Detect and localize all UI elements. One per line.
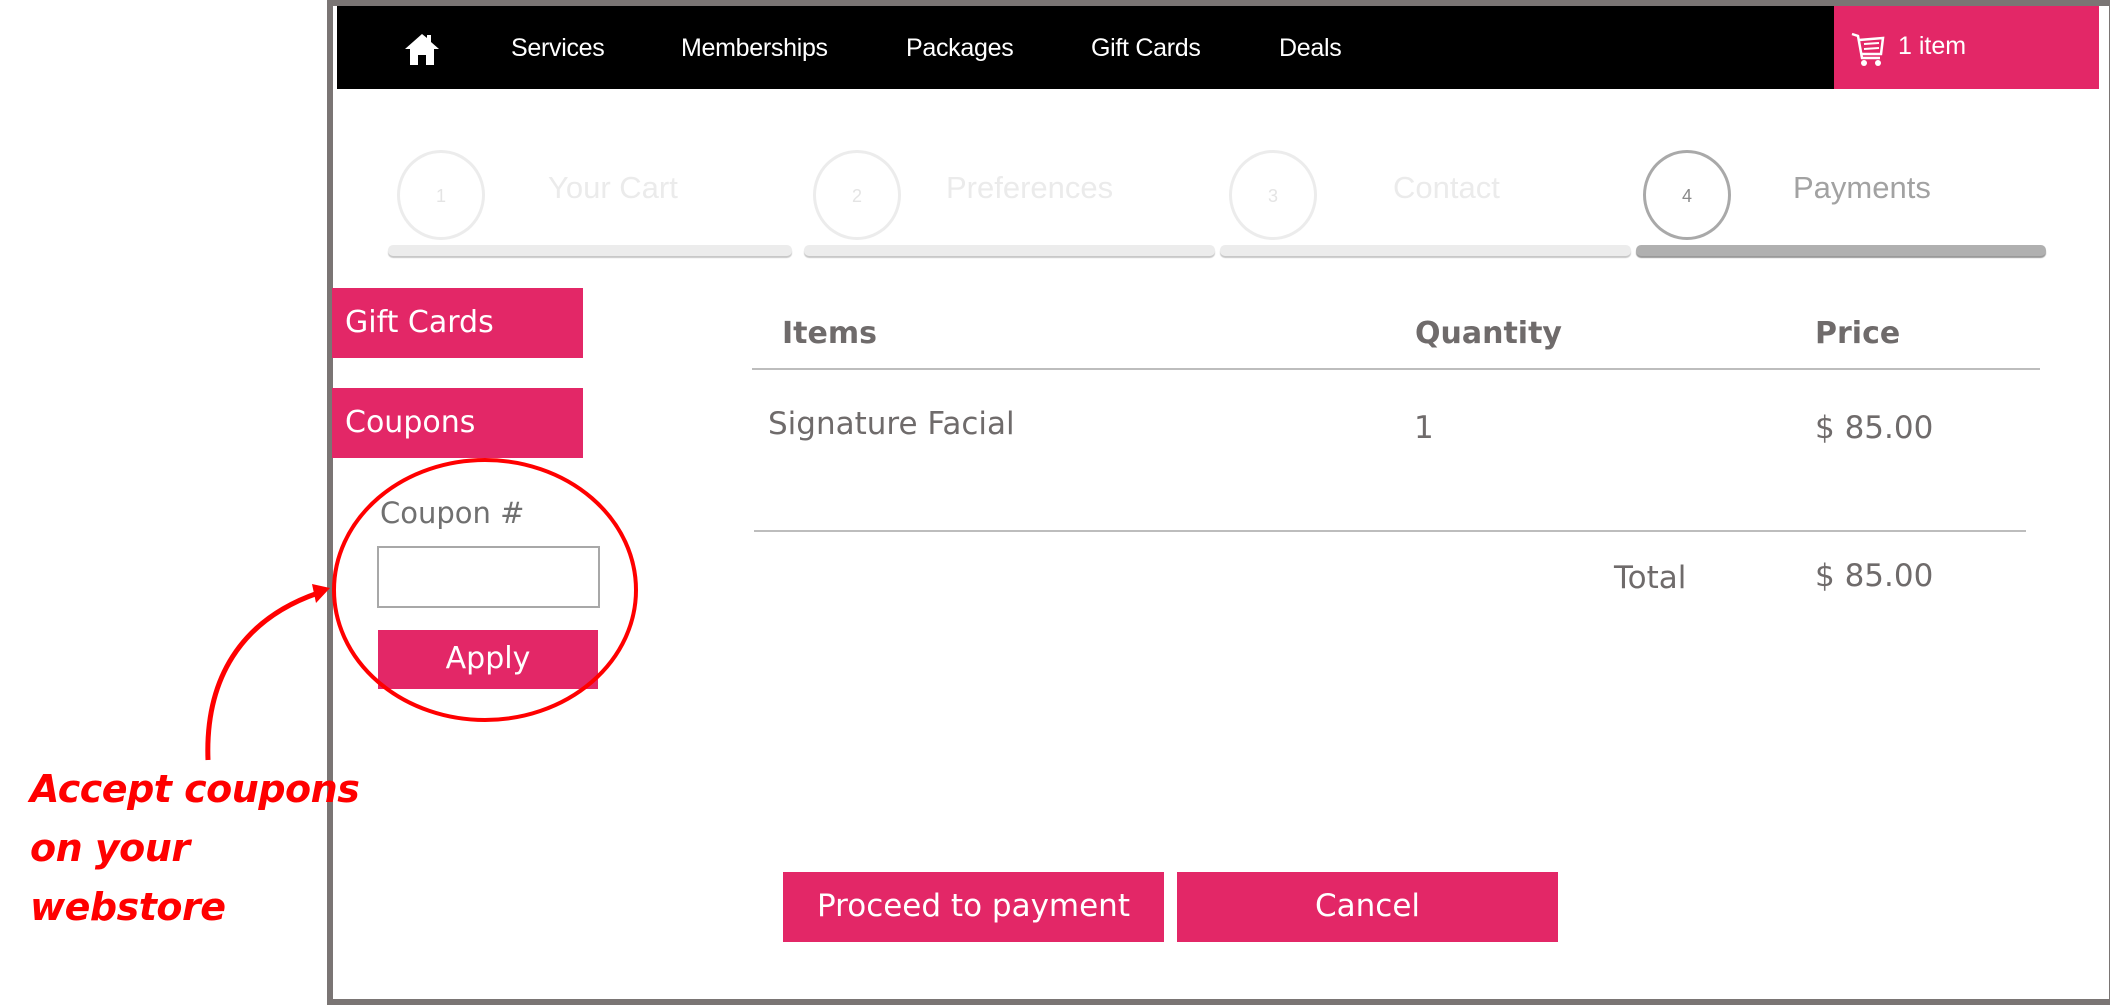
annotation-arrow xyxy=(205,590,319,761)
annotation-callout-text: Accept coupons on your webstore xyxy=(30,760,360,937)
annotation-line: webstore xyxy=(30,885,226,929)
coupon-input[interactable] xyxy=(377,546,600,608)
header-divider xyxy=(752,368,2040,370)
step-1-circle[interactable]: 1 xyxy=(397,150,485,240)
step-2-bar xyxy=(804,245,1215,256)
column-header-quantity: Quantity xyxy=(1415,316,1562,351)
nav-item-deals[interactable]: Deals xyxy=(1279,6,1342,89)
column-header-price: Price xyxy=(1815,316,1901,351)
top-nav: Services Memberships Packages Gift Cards… xyxy=(337,6,2099,89)
gift-cards-button[interactable]: Gift Cards xyxy=(332,288,583,358)
step-3-bar xyxy=(1220,245,1631,256)
annotation-line: on your xyxy=(30,826,190,870)
nav-item-gift-cards[interactable]: Gift Cards xyxy=(1091,6,1201,89)
step-3-label[interactable]: Contact xyxy=(1393,170,1500,206)
cart-button[interactable]: 1 item xyxy=(1834,6,2099,89)
cart-count: 1 item xyxy=(1898,32,1967,60)
total-divider xyxy=(754,530,2026,532)
item-name: Signature Facial xyxy=(768,406,1015,442)
home-icon xyxy=(405,34,439,65)
annotation-line: Accept coupons xyxy=(30,767,360,811)
nav-item-memberships[interactable]: Memberships xyxy=(681,6,828,89)
step-3-circle[interactable]: 3 xyxy=(1229,150,1317,240)
step-4-circle[interactable]: 4 xyxy=(1643,150,1731,240)
nav-item-services[interactable]: Services xyxy=(511,6,605,89)
coupons-button[interactable]: Coupons xyxy=(332,388,583,458)
home-button[interactable] xyxy=(403,32,441,66)
total-label: Total xyxy=(1614,560,1687,596)
page-frame xyxy=(327,0,2110,1005)
coupon-field-label: Coupon # xyxy=(380,496,525,530)
step-2-label[interactable]: Preferences xyxy=(946,170,1113,206)
step-2-circle[interactable]: 2 xyxy=(813,150,901,240)
cart-icon xyxy=(1851,32,1885,66)
proceed-to-payment-button[interactable]: Proceed to payment xyxy=(783,872,1164,942)
step-4-label[interactable]: Payments xyxy=(1793,170,1931,206)
item-quantity: 1 xyxy=(1414,410,1434,446)
item-price: $ 85.00 xyxy=(1815,410,1934,446)
total-value: $ 85.00 xyxy=(1815,558,1934,594)
step-4-bar xyxy=(1636,245,2046,256)
apply-coupon-button[interactable]: Apply xyxy=(378,630,598,689)
step-1-label[interactable]: Your Cart xyxy=(548,170,678,206)
cancel-button[interactable]: Cancel xyxy=(1177,872,1558,942)
column-header-items: Items xyxy=(782,316,877,351)
step-1-bar xyxy=(388,245,792,256)
nav-item-packages[interactable]: Packages xyxy=(906,6,1014,89)
